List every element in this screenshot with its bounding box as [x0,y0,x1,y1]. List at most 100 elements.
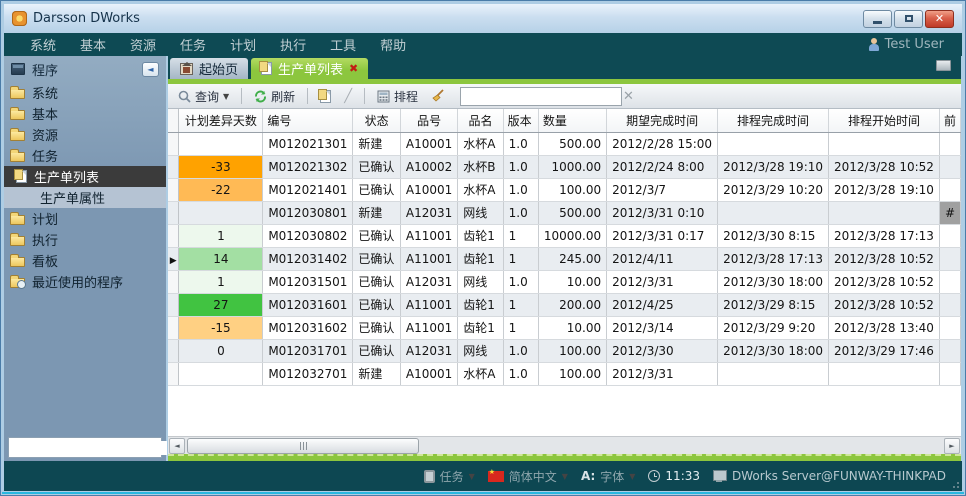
cell-no[interactable]: M012031402 [263,247,353,270]
tab-production-order-list[interactable]: 生产单列表 ✖ [251,58,368,79]
cell-diff[interactable] [179,201,263,224]
cell-extra[interactable] [939,224,960,247]
cell-pn[interactable]: A10002 [400,155,457,178]
cell-sched_end[interactable]: 2012/3/30 18:00 [718,339,829,362]
resize-grip[interactable] [952,481,960,489]
cell-ver[interactable]: 1.0 [503,362,538,385]
cell-sched_end[interactable]: 2012/3/30 8:15 [718,224,829,247]
cell-pn[interactable]: A12031 [400,339,457,362]
query-button[interactable]: 查询 ▼ [174,86,233,107]
cell-pn[interactable]: A10001 [400,362,457,385]
cell-extra[interactable] [939,155,960,178]
cell-sched_start[interactable]: 2012/3/28 10:52 [829,247,940,270]
cell-due[interactable]: 2012/4/25 [607,293,718,316]
column-header-extra[interactable]: 前 [939,109,960,132]
refresh-button[interactable]: 刷新 [250,86,299,107]
cell-status[interactable]: 已确认 [353,224,400,247]
row-selector[interactable] [168,201,179,224]
table-row[interactable]: -33M012021302已确认A10002水杯B1.01000.002012/… [168,155,961,178]
column-header-ver[interactable]: 版本 [503,109,538,132]
menu-item-6[interactable]: 执行 [268,33,318,56]
status-task-menu[interactable]: 任务 ▼ [424,468,475,485]
menu-item-8[interactable]: 帮助 [368,33,418,56]
cell-extra[interactable] [939,362,960,385]
cell-extra[interactable] [939,178,960,201]
cell-diff[interactable]: -33 [179,155,263,178]
sidebar-item-4[interactable]: 任务 [4,145,166,166]
cell-diff[interactable]: 0 [179,339,263,362]
table-row[interactable]: M012021301新建A10001水杯A1.0500.002012/2/28 … [168,132,961,155]
row-selector[interactable] [168,316,179,339]
cell-no[interactable]: M012021302 [263,155,353,178]
cell-diff[interactable]: 14 [179,247,263,270]
sidebar-collapse-button[interactable]: ◄ [142,62,159,77]
clean-button[interactable] [427,87,449,105]
cell-due[interactable]: 2012/2/24 8:00 [607,155,718,178]
toolbar-search-input[interactable] [469,89,619,103]
sidebar-item-2[interactable]: 基本 [4,103,166,124]
cell-no[interactable]: M012031701 [263,339,353,362]
cell-status[interactable]: 已确认 [353,155,400,178]
table-row[interactable]: -22M012021401已确认A10001水杯A1.0100.002012/3… [168,178,961,201]
column-header-sched_end[interactable]: 排程完成时间 [718,109,829,132]
sidebar-item-9[interactable]: 看板 [4,250,166,271]
cell-qty[interactable]: 100.00 [538,362,606,385]
table-row[interactable]: 0M012031701已确认A12031网线1.0100.002012/3/30… [168,339,961,362]
cell-sched_start[interactable]: 2012/3/28 19:10 [829,178,940,201]
menu-item-4[interactable]: 任务 [168,33,218,56]
cell-ver[interactable]: 1.0 [503,270,538,293]
column-header-no[interactable]: 编号 [263,109,353,132]
table-row[interactable]: M012030801新建A12031网线1.0500.002012/3/31 0… [168,201,961,224]
column-header-name[interactable]: 品名 [458,109,503,132]
sidebar-item-10[interactable]: 最近使用的程序 [4,271,166,292]
cell-name[interactable]: 齿轮1 [458,224,503,247]
cell-due[interactable]: 2012/3/31 0:17 [607,224,718,247]
menu-item-3[interactable]: 资源 [118,33,168,56]
cell-due[interactable]: 2012/3/7 [607,178,718,201]
row-selector[interactable] [168,339,179,362]
cell-qty[interactable]: 100.00 [538,178,606,201]
cell-name[interactable]: 水杯A [458,132,503,155]
column-header-diff[interactable]: 计划差异天数 [179,109,263,132]
horizontal-scrollbar[interactable]: ◄ ► [168,436,961,454]
cell-ver[interactable]: 1 [503,247,538,270]
cell-pn[interactable]: A12031 [400,270,457,293]
cell-due[interactable]: 2012/3/14 [607,316,718,339]
table-row[interactable]: ▶14M012031402已确认A11001齿轮11245.002012/4/1… [168,247,961,270]
cell-pn[interactable]: A10001 [400,132,457,155]
maximize-button[interactable] [894,10,923,28]
table-row[interactable]: -15M012031602已确认A11001齿轮1110.002012/3/14… [168,316,961,339]
cell-sched_start[interactable]: 2012/3/28 17:13 [829,224,940,247]
cell-extra[interactable] [939,270,960,293]
cell-name[interactable]: 网线 [458,270,503,293]
cell-sched_end[interactable]: 2012/3/28 17:13 [718,247,829,270]
cell-name[interactable]: 齿轮1 [458,247,503,270]
cell-qty[interactable]: 10.00 [538,270,606,293]
cell-sched_start[interactable]: 2012/3/28 13:40 [829,316,940,339]
cell-name[interactable]: 网线 [458,339,503,362]
cell-qty[interactable]: 500.00 [538,201,606,224]
row-selector[interactable] [168,362,179,385]
row-selector[interactable] [168,178,179,201]
row-selector[interactable] [168,270,179,293]
row-selector[interactable] [168,155,179,178]
cell-ver[interactable]: 1.0 [503,155,538,178]
cell-sched_end[interactable] [718,362,829,385]
cell-status[interactable]: 已确认 [353,270,400,293]
cell-ver[interactable]: 1.0 [503,132,538,155]
cell-sched_start[interactable]: 2012/3/29 17:46 [829,339,940,362]
cell-sched_end[interactable] [718,201,829,224]
cell-extra[interactable] [939,316,960,339]
cell-no[interactable]: M012031602 [263,316,353,339]
cell-status[interactable]: 已确认 [353,247,400,270]
cell-sched_end[interactable] [718,132,829,155]
sidebar-item-3[interactable]: 资源 [4,124,166,145]
cell-extra[interactable] [939,247,960,270]
cell-due[interactable]: 2012/3/31 [607,362,718,385]
sidebar-item-5[interactable]: 生产单列表 [4,166,166,187]
table-row[interactable]: 1M012030802已确认A11001齿轮1110000.002012/3/3… [168,224,961,247]
cell-diff[interactable]: 1 [179,270,263,293]
cell-pn[interactable]: A11001 [400,293,457,316]
cell-sched_end[interactable]: 2012/3/28 19:10 [718,155,829,178]
cell-status[interactable]: 新建 [353,362,400,385]
